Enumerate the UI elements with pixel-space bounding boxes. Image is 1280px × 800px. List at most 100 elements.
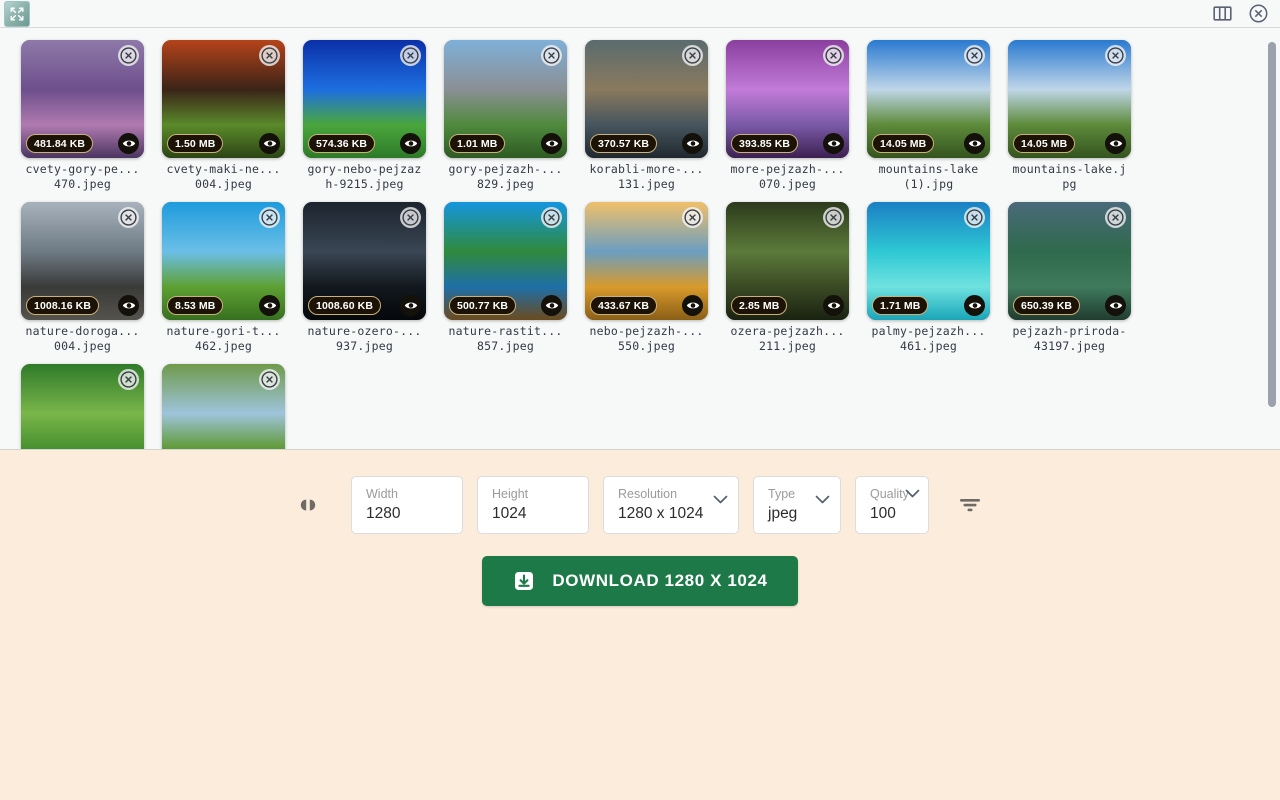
preview-eye-icon[interactable] <box>541 295 562 316</box>
preview-eye-icon[interactable] <box>1105 295 1126 316</box>
thumbnail-item[interactable]: 1008.16 KBnature-doroga...004.jpeg <box>12 202 153 354</box>
height-field[interactable]: Height 1024 <box>477 476 589 534</box>
width-field[interactable]: Width 1280 <box>351 476 463 534</box>
thumbnail-item[interactable]: 2.85 MBozera-pejzazh...211.jpeg <box>717 202 858 354</box>
thumbnail-item[interactable]: 14.05 MB mountains-lake.jpg <box>999 40 1140 192</box>
remove-thumbnail-button[interactable] <box>541 207 562 228</box>
preview-eye-icon[interactable] <box>400 133 421 154</box>
remove-thumbnail-button[interactable] <box>823 207 844 228</box>
preview-eye-icon[interactable] <box>682 133 703 154</box>
thumbnail-filename: nature-ozero-...937.jpeg <box>304 324 425 354</box>
thumbnail-item[interactable]: 481.84 KBcvety-gory-pe...470.jpeg <box>12 40 153 192</box>
thumbnail-card[interactable]: 433.67 KB <box>585 202 708 320</box>
thumbnail-item[interactable]: 1.71 MBpalmy-pejzazh...461.jpeg <box>858 202 999 354</box>
thumbnail-item[interactable]: 393.85 KBmore-pejzazh-...070.jpeg <box>717 40 858 192</box>
quality-select[interactable]: Quality 100 <box>855 476 929 534</box>
height-value[interactable]: 1024 <box>492 503 574 525</box>
thumbnail-card[interactable]: 1008.16 KB <box>21 202 144 320</box>
thumbnail-filename: nebo-pejzazh-...550.jpeg <box>586 324 707 354</box>
thumbnail-card[interactable]: 500.77 KB <box>444 202 567 320</box>
thumbnail-item[interactable]: 574.36 KB gory-nebo-pejzazh-9215.jpeg <box>294 40 435 192</box>
remove-thumbnail-button[interactable] <box>541 45 562 66</box>
preview-eye-icon[interactable] <box>1105 133 1126 154</box>
preview-eye-icon[interactable] <box>541 133 562 154</box>
remove-thumbnail-button[interactable] <box>964 207 985 228</box>
thumbnail-item[interactable]: 1.01 MB gory-pejzazh-...829.jpeg <box>435 40 576 192</box>
thumbnail-card[interactable]: 25.41 MB <box>162 364 285 450</box>
remove-thumbnail-button[interactable] <box>259 45 280 66</box>
thumbnail-card[interactable]: 1.01 MB <box>444 40 567 158</box>
thumbnail-item[interactable]: 564.59 KBpejzazh-voda-...735.jpeg <box>12 364 153 450</box>
thumbnail-card[interactable]: 481.84 KB <box>21 40 144 158</box>
unlink-aspect-ratio-icon[interactable] <box>293 490 323 520</box>
thumbnail-card[interactable]: 1.50 MB <box>162 40 285 158</box>
expand-arrows-icon[interactable] <box>4 1 30 27</box>
remove-thumbnail-button[interactable] <box>118 207 139 228</box>
chevron-down-icon[interactable] <box>905 489 920 498</box>
thumbnail-item[interactable]: 1008.60 KB nature-ozero-...937.jpeg <box>294 202 435 354</box>
preview-eye-icon[interactable] <box>964 133 985 154</box>
thumbnail-item[interactable]: 8.53 MBnature-gori-t...462.jpeg <box>153 202 294 354</box>
filter-funnel-icon[interactable] <box>953 488 987 522</box>
thumbnail-card[interactable]: 370.57 KB <box>585 40 708 158</box>
remove-thumbnail-button[interactable] <box>400 207 421 228</box>
thumbnail-filename: mountains-lake (1).jpg <box>868 162 989 192</box>
thumbnail-card[interactable]: 564.59 KB <box>21 364 144 450</box>
thumbnail-card[interactable]: 14.05 MB <box>1008 40 1131 158</box>
remove-thumbnail-button[interactable] <box>682 45 703 66</box>
thumbnail-filename: mountains-lake.jpg <box>1009 162 1130 192</box>
thumbnail-filename: gory-nebo-pejzazh-9215.jpeg <box>304 162 425 192</box>
preview-eye-icon[interactable] <box>964 295 985 316</box>
type-select[interactable]: Type jpeg <box>753 476 841 534</box>
remove-thumbnail-button[interactable] <box>1105 207 1126 228</box>
thumbnail-item[interactable]: 500.77 KBnature-rastit...857.jpeg <box>435 202 576 354</box>
thumbnail-card[interactable]: 1008.60 KB <box>303 202 426 320</box>
file-size-badge: 14.05 MB <box>872 134 934 153</box>
download-button[interactable]: DOWNLOAD 1280 X 1024 <box>482 556 797 606</box>
thumbnail-card[interactable]: 2.85 MB <box>726 202 849 320</box>
file-size-badge: 1008.16 KB <box>26 296 99 315</box>
remove-thumbnail-button[interactable] <box>964 45 985 66</box>
thumbnail-filename: gory-pejzazh-...829.jpeg <box>445 162 566 192</box>
preview-eye-icon[interactable] <box>682 295 703 316</box>
thumbnail-card[interactable]: 8.53 MB <box>162 202 285 320</box>
width-value[interactable]: 1280 <box>366 503 448 525</box>
preview-eye-icon[interactable] <box>259 133 280 154</box>
remove-thumbnail-button[interactable] <box>259 369 280 390</box>
quality-value: 100 <box>870 503 904 525</box>
remove-thumbnail-button[interactable] <box>682 207 703 228</box>
remove-thumbnail-button[interactable] <box>1105 45 1126 66</box>
gallery-scrollbar[interactable] <box>1267 36 1277 441</box>
width-label: Width <box>366 486 448 502</box>
preview-eye-icon[interactable] <box>118 295 139 316</box>
preview-eye-icon[interactable] <box>118 133 139 154</box>
type-label: Type <box>768 486 812 502</box>
preview-eye-icon[interactable] <box>823 133 844 154</box>
remove-thumbnail-button[interactable] <box>823 45 844 66</box>
thumbnail-card[interactable]: 14.05 MB <box>867 40 990 158</box>
chevron-down-icon[interactable] <box>713 495 728 504</box>
preview-eye-icon[interactable] <box>400 295 421 316</box>
thumbnail-item[interactable]: 14.05 MB mountains-lake (1).jpg <box>858 40 999 192</box>
chevron-down-icon[interactable] <box>815 495 830 504</box>
preview-eye-icon[interactable] <box>823 295 844 316</box>
thumbnail-item[interactable]: 433.67 KB nebo-pejzazh-...550.jpeg <box>576 202 717 354</box>
resolution-select[interactable]: Resolution 1280 x 1024 <box>603 476 739 534</box>
remove-thumbnail-button[interactable] <box>400 45 421 66</box>
thumbnail-item[interactable]: 25.41 MBthe-odenwald-...ture.jpg <box>153 364 294 450</box>
columns-layout-icon[interactable] <box>1212 4 1232 24</box>
thumbnail-card[interactable]: 393.85 KB <box>726 40 849 158</box>
remove-thumbnail-button[interactable] <box>118 369 139 390</box>
thumbnail-item[interactable]: 370.57 KBkorabli-more-...131.jpeg <box>576 40 717 192</box>
thumbnail-card[interactable]: 574.36 KB <box>303 40 426 158</box>
gallery-scrollbar-thumb[interactable] <box>1268 42 1276 407</box>
height-label: Height <box>492 486 574 502</box>
remove-thumbnail-button[interactable] <box>259 207 280 228</box>
thumbnail-card[interactable]: 1.71 MB <box>867 202 990 320</box>
remove-thumbnail-button[interactable] <box>118 45 139 66</box>
thumbnail-item[interactable]: 1.50 MBcvety-maki-ne...004.jpeg <box>153 40 294 192</box>
preview-eye-icon[interactable] <box>259 295 280 316</box>
thumbnail-card[interactable]: 650.39 KB <box>1008 202 1131 320</box>
close-icon[interactable] <box>1248 4 1268 24</box>
thumbnail-item[interactable]: 650.39 KBpejzazh-priroda-43197.jpeg <box>999 202 1140 354</box>
